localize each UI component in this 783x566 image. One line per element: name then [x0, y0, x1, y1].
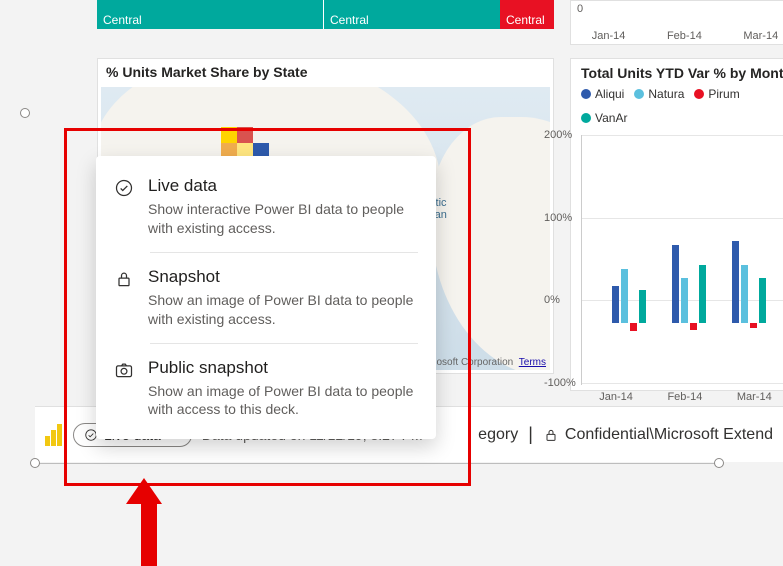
- powerbi-logo-icon: [45, 424, 63, 446]
- legend-item-vanar[interactable]: VanAr: [581, 111, 627, 125]
- annotation-arrow-icon: [136, 478, 162, 566]
- camera-icon: [114, 358, 134, 420]
- ytick: 0: [577, 3, 583, 15]
- map-title: % Units Market Share by State: [98, 59, 553, 85]
- legend-item-pirum[interactable]: Pirum: [694, 87, 739, 101]
- region-label: Central: [330, 13, 369, 27]
- selection-baseline: [35, 463, 723, 464]
- map-terms-link[interactable]: Terms: [519, 357, 546, 368]
- x-axis-ticks: Jan-14 Feb-14 Mar-14: [582, 391, 783, 403]
- ytick: -100%: [544, 377, 576, 389]
- top-mini-chart[interactable]: 0 Jan-14 Feb-14 Mar-14: [570, 0, 783, 45]
- dashboard-canvas: Central Central Central 0 Jan-14 Feb-14 …: [0, 0, 783, 563]
- selection-handle[interactable]: [20, 108, 30, 118]
- region-segment[interactable]: Central: [323, 0, 500, 29]
- sensitivity-label[interactable]: Confidential\Microsoft Extend: [543, 426, 773, 444]
- swatch-icon: [694, 89, 704, 99]
- swatch-icon: [581, 113, 591, 123]
- region-strip: Central Central Central: [97, 0, 554, 29]
- selection-handle[interactable]: [714, 458, 724, 468]
- legend-item-natura[interactable]: Natura: [634, 87, 684, 101]
- region-segment[interactable]: Central: [500, 0, 554, 29]
- ytick: 0%: [544, 294, 560, 306]
- region-label: Central: [506, 13, 545, 27]
- region-segment[interactable]: Central: [97, 0, 323, 29]
- ytick: 200%: [544, 129, 572, 141]
- separator: |: [528, 424, 533, 445]
- swatch-icon: [634, 89, 644, 99]
- xtick: Mar-14: [737, 391, 772, 403]
- menu-item-snapshot[interactable]: Snapshot Show an image of Power BI data …: [150, 252, 418, 343]
- xtick: Jan-14: [592, 30, 626, 42]
- bar-group: [672, 245, 706, 323]
- ytick: 100%: [544, 212, 572, 224]
- region-label: Central: [103, 13, 142, 27]
- xtick: Feb-14: [667, 30, 702, 42]
- bar-group: [732, 241, 766, 323]
- swatch-icon: [581, 89, 591, 99]
- chart-title: Total Units YTD Var % by Mont: [581, 65, 783, 81]
- xtick: Jan-14: [599, 391, 633, 403]
- menu-item-live-data[interactable]: Live data Show interactive Power BI data…: [96, 162, 436, 252]
- chart-legend: Aliqui Natura Pirum VanAr: [581, 87, 783, 125]
- menu-item-desc: Show an image of Power BI data to people…: [148, 291, 418, 329]
- chart-plot-area: 200% 100% 0% -100%: [581, 135, 783, 385]
- lock-icon: [114, 267, 134, 329]
- xtick: Mar-14: [743, 30, 778, 42]
- category-label: egory: [478, 426, 518, 444]
- bar-chart-visual[interactable]: Total Units YTD Var % by Mont Aliqui Nat…: [570, 58, 783, 391]
- menu-item-title: Snapshot: [148, 267, 418, 287]
- selection-handle[interactable]: [30, 458, 40, 468]
- menu-item-public-snapshot[interactable]: Public snapshot Show an image of Power B…: [150, 343, 418, 434]
- bar-group: [612, 269, 646, 323]
- menu-item-title: Live data: [148, 176, 418, 196]
- data-mode-menu: Live data Show interactive Power BI data…: [96, 156, 436, 439]
- menu-item-title: Public snapshot: [148, 358, 418, 378]
- legend-item-aliqui[interactable]: Aliqui: [581, 87, 624, 101]
- check-circle-icon: [114, 176, 134, 238]
- map-attribution: osoft Corporation Terms: [436, 357, 546, 368]
- menu-item-desc: Show an image of Power BI data to people…: [148, 382, 418, 420]
- menu-item-desc: Show interactive Power BI data to people…: [148, 200, 418, 238]
- xtick: Feb-14: [667, 391, 702, 403]
- lock-icon: [543, 427, 559, 443]
